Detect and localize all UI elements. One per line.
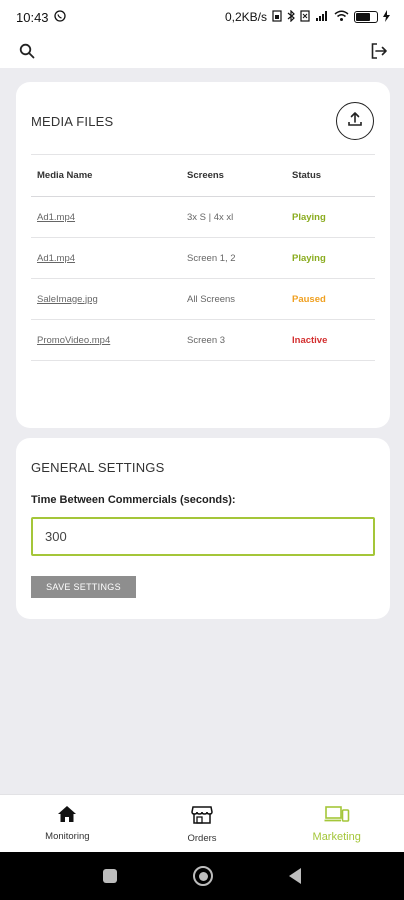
status-time: 10:43: [16, 9, 49, 25]
table-row[interactable]: PromoVideo.mp4 Screen 3 Inactive: [31, 319, 375, 361]
status-badge: Playing: [286, 196, 375, 238]
save-settings-button[interactable]: SAVE SETTINGS: [31, 576, 136, 598]
media-table-header: Media Name Screens Status: [31, 154, 375, 197]
media-name-link[interactable]: SaleImage.jpg: [31, 278, 181, 320]
nav-label-orders: Orders: [187, 833, 217, 844]
store-icon: [191, 805, 213, 828]
media-files-title: MEDIA FILES: [31, 114, 114, 129]
recents-icon[interactable]: [103, 869, 117, 883]
sim-card-icon: [300, 9, 310, 25]
column-header-status[interactable]: Status: [286, 154, 375, 197]
media-name-link[interactable]: Ad1.mp4: [31, 196, 181, 238]
media-screens: Screen 1, 2: [181, 237, 286, 279]
media-files-card: MEDIA FILES Media Name Screens Status Ad…: [16, 82, 390, 428]
home-button-icon[interactable]: [193, 866, 213, 886]
media-screens: Screen 3: [181, 319, 286, 361]
status-bar-left: 10:43: [16, 10, 66, 25]
status-bar: 10:43 0,2KB/s: [0, 0, 404, 34]
table-row[interactable]: Ad1.mp4 3x S | 4x xl Playing: [31, 196, 375, 238]
commercial-interval-input[interactable]: [31, 517, 375, 556]
column-header-screens[interactable]: Screens: [181, 154, 286, 197]
upload-button[interactable]: [336, 102, 374, 140]
status-badge: Playing: [286, 237, 375, 279]
column-header-media-name[interactable]: Media Name: [31, 154, 181, 197]
nav-item-monitoring[interactable]: Monitoring: [0, 795, 135, 852]
devices-icon: [324, 805, 350, 826]
nav-label-marketing: Marketing: [312, 831, 361, 843]
nav-label-monitoring: Monitoring: [45, 831, 90, 842]
search-icon[interactable]: [16, 40, 38, 62]
logout-icon[interactable]: [368, 40, 390, 62]
media-name-link[interactable]: PromoVideo.mp4: [31, 319, 181, 361]
media-screens: All Screens: [181, 278, 286, 320]
wifi-icon: [334, 10, 349, 25]
media-name-link[interactable]: Ad1.mp4: [31, 237, 181, 279]
net-speed: 0,2KB/s: [224, 10, 267, 24]
home-icon: [57, 805, 77, 826]
battery-icon: [354, 11, 378, 23]
signal-icon: [315, 10, 329, 25]
commercial-interval-label: Time Between Commercials (seconds):: [31, 494, 236, 506]
media-table: Media Name Screens Status Ad1.mp4 3x S |…: [31, 154, 375, 361]
bluetooth-icon: [287, 9, 295, 25]
nav-item-orders[interactable]: Orders: [135, 795, 270, 852]
status-badge: Paused: [286, 278, 375, 320]
bottom-navigation: Monitoring Orders Marketing: [0, 794, 404, 852]
app-top-bar: [0, 34, 404, 68]
system-navigation-bar: [0, 852, 404, 900]
status-badge: Inactive: [286, 319, 375, 361]
back-icon[interactable]: [289, 868, 301, 884]
sim-icon: [272, 9, 282, 25]
status-bar-right: 0,2KB/s: [224, 9, 390, 25]
table-row[interactable]: Ad1.mp4 Screen 1, 2 Playing: [31, 237, 375, 279]
nav-item-marketing[interactable]: Marketing: [269, 795, 404, 852]
general-settings-title: GENERAL SETTINGS: [31, 460, 165, 475]
upload-icon: [346, 110, 364, 133]
media-screens: 3x S | 4x xl: [181, 196, 286, 238]
general-settings-card: GENERAL SETTINGS Time Between Commercial…: [16, 438, 390, 619]
table-row[interactable]: SaleImage.jpg All Screens Paused: [31, 278, 375, 320]
whatsapp-icon: [53, 9, 66, 25]
charging-icon: [383, 9, 390, 25]
